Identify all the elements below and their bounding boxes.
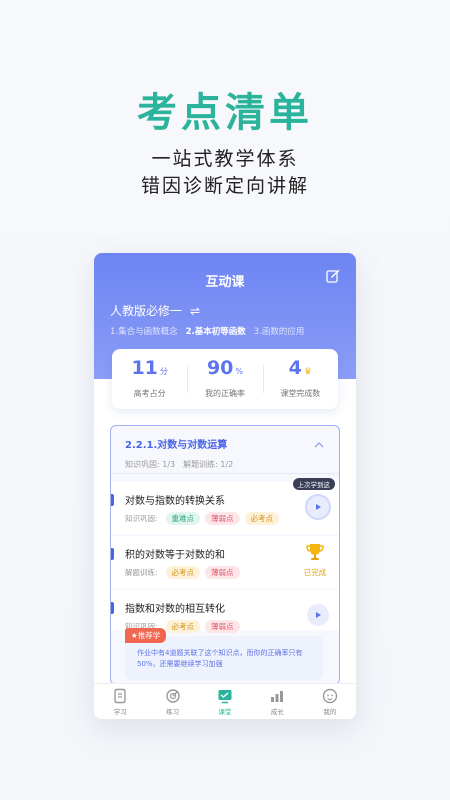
stat-accuracy-label: 我的正确率 <box>204 389 245 398</box>
textbook-selector[interactable]: 人教版必修一 ⇌ <box>110 302 200 319</box>
lesson-meta-practice: 解题训练: 1/2 <box>183 460 234 469</box>
target-icon <box>165 689 180 703</box>
recommend-badge: ★推荐学 <box>125 628 167 643</box>
recommendation-card[interactable]: ★推荐学 作业中有4道题关联了这个知识点，而你的正确率只有50%，还需要继续学习… <box>125 628 323 680</box>
play-icon <box>316 504 321 510</box>
tag-required: 必考点 <box>244 512 280 525</box>
swap-icon: ⇌ <box>190 303 201 318</box>
stat-score-value: 11 <box>131 357 158 379</box>
stat-score-unit: 分 <box>159 367 168 376</box>
chapter-tab-3[interactable]: 3.函数的应用 <box>254 325 305 337</box>
hero-line-1: 一站式教学体系 <box>151 148 299 170</box>
play-icon <box>316 612 321 618</box>
tab-study-label: 学习 <box>113 708 127 716</box>
tab-practice-label: 练习 <box>166 708 180 716</box>
item-tags: 知识巩固: 重难点 薄弱点 必考点 <box>125 512 280 525</box>
play-button[interactable] <box>307 604 329 626</box>
tab-growth-label: 成长 <box>270 708 284 716</box>
tag-weak: 薄弱点 <box>205 512 240 525</box>
tag-label: 知识巩固: <box>125 514 158 523</box>
tab-growth[interactable]: 成长 <box>251 684 303 719</box>
lesson-progress: 知识巩固: 1/3 解题训练: 1/2 <box>125 459 325 470</box>
hero-title: 考点清单 <box>137 90 313 136</box>
chapter-tab-1[interactable]: 1.集合与函数概念 <box>110 325 178 337</box>
item-marker <box>111 494 114 506</box>
stat-accuracy-value: 90 <box>206 357 234 379</box>
item-title: 对数与指数的转换关系 <box>125 496 225 507</box>
edit-icon[interactable] <box>326 269 340 283</box>
lesson-header[interactable]: 2.2.1.对数与对数运算 知识巩固: 1/3 解题训练: 1/2 <box>111 426 339 474</box>
completed-label: 已完成 <box>303 568 327 577</box>
item-title: 积的对数等于对数的和 <box>125 550 225 561</box>
stat-accuracy-unit: % <box>235 367 244 376</box>
trophy-icon <box>306 544 324 560</box>
tag-required: 必考点 <box>165 620 201 633</box>
completed-badge: 已完成 <box>299 542 331 578</box>
book-icon <box>114 688 126 704</box>
item-title: 指数和对数的相互转化 <box>125 604 225 615</box>
classroom-icon <box>218 690 232 704</box>
list-item[interactable]: 对数与指数的转换关系 知识巩固: 重难点 薄弱点 必考点 上次学到这 <box>111 478 339 534</box>
stat-accuracy: 90% 我的正确率 <box>187 349 262 409</box>
tag-weak: 薄弱点 <box>205 620 240 633</box>
item-tags: 解题训练: 必考点 薄弱点 <box>125 566 240 579</box>
app-title: 互动课 <box>205 275 245 290</box>
tab-study[interactable]: 学习 <box>94 684 146 719</box>
growth-chart-icon <box>271 691 284 702</box>
stat-completed-value: 4 <box>288 357 302 379</box>
tab-practice[interactable]: 练习 <box>146 684 198 719</box>
trophy-icon: ♛ <box>303 367 312 377</box>
lesson-title: 2.2.1.对数与对数运算 <box>125 440 228 451</box>
stat-score: 11 分 高考占分 <box>112 349 187 409</box>
item-marker <box>111 602 114 614</box>
stat-score-label: 高考占分 <box>133 389 166 398</box>
stat-completed-label: 课堂完成数 <box>280 389 321 398</box>
play-button[interactable] <box>307 496 329 518</box>
bottom-tab-bar: 学习 练习 课堂 成长 我的 <box>94 683 356 719</box>
lesson-card: 2.2.1.对数与对数运算 知识巩固: 1/3 解题训练: 1/2 对数与指数的… <box>110 425 340 685</box>
item-marker <box>111 548 114 560</box>
chapter-tabs: 1.集合与函数概念 2.基本初等函数 3.函数的应用 <box>110 325 304 337</box>
tag-difficult: 重难点 <box>165 512 201 525</box>
textbook-name: 人教版必修一 <box>110 304 183 318</box>
hero-line-2: 错因诊断定向讲解 <box>140 175 309 197</box>
tab-profile[interactable]: 我的 <box>304 684 356 719</box>
chevron-up-icon[interactable] <box>313 440 325 450</box>
tag-label: 解题训练: <box>125 568 158 577</box>
list-item[interactable]: 积的对数等于对数的和 解题训练: 必考点 薄弱点 已完成 <box>111 536 339 588</box>
tag-required: 必考点 <box>165 566 201 579</box>
hero-subtitle: 一站式教学体系 错因诊断定向讲解 <box>0 146 450 200</box>
profile-face-icon <box>322 688 338 704</box>
tab-classroom[interactable]: 课堂 <box>199 684 251 719</box>
phone-screen: 互动课 人教版必修一 ⇌ 1.集合与函数概念 2.基本初等函数 3.函数的应用 … <box>94 253 356 719</box>
tab-profile-label: 我的 <box>323 708 337 716</box>
last-position-tip: 上次学到这 <box>292 478 335 490</box>
tag-weak: 薄弱点 <box>205 566 240 579</box>
stats-card: 11 分 高考占分 90% 我的正确率 4 ♛ 课堂完成数 <box>112 349 338 409</box>
list-item[interactable]: 指数和对数的相互转化 知识巩固: 必考点 薄弱点 <box>111 590 339 633</box>
recommend-text: 作业中有4道题关联了这个知识点，而你的正确率只有50%，还需要继续学习加强 <box>137 649 303 668</box>
tab-classroom-label: 课堂 <box>218 708 232 716</box>
chapter-tab-2[interactable]: 2.基本初等函数 <box>186 325 246 337</box>
stat-completed: 4 ♛ 课堂完成数 <box>262 349 338 409</box>
lesson-meta-knowledge: 知识巩固: 1/3 <box>125 460 176 469</box>
